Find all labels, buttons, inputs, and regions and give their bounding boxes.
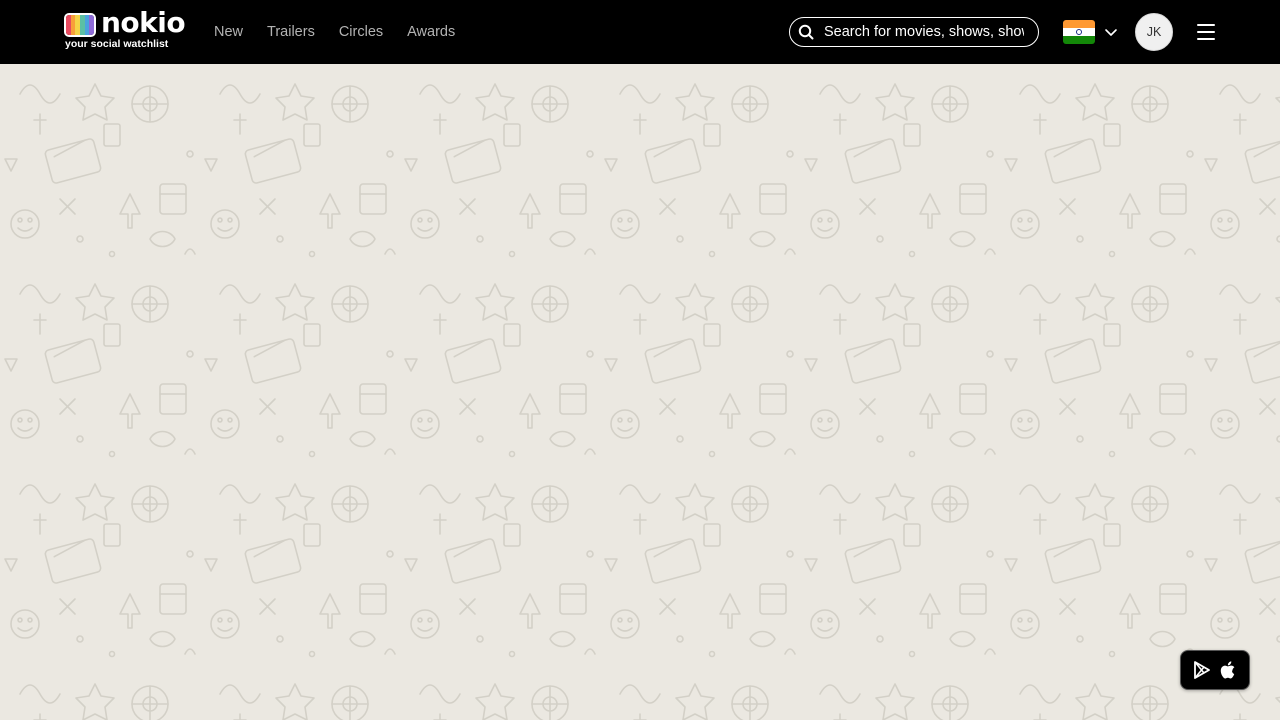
top-navigation-bar: nokio your social watchlist New Trailers… — [0, 0, 1280, 64]
nav-item-new[interactable]: New — [214, 24, 243, 40]
search-icon — [798, 24, 814, 40]
nav-item-awards[interactable]: Awards — [407, 24, 455, 40]
nav-item-circles[interactable]: Circles — [339, 24, 383, 40]
nav-item-trailers[interactable]: Trailers — [267, 24, 315, 40]
google-play-icon — [1194, 661, 1210, 679]
brand-tagline: your social watchlist — [65, 38, 169, 50]
brand-name: nokio — [101, 6, 186, 39]
background-doodle-pattern — [0, 64, 1280, 720]
india-flag-icon — [1063, 20, 1095, 44]
region-selector[interactable] — [1063, 20, 1118, 44]
search-box[interactable] — [789, 17, 1039, 47]
search-input[interactable] — [822, 23, 1026, 41]
tv-logo-icon — [64, 13, 96, 37]
user-avatar[interactable]: JK — [1135, 13, 1173, 51]
hamburger-menu-icon[interactable] — [1197, 23, 1217, 41]
chevron-down-icon — [1105, 29, 1117, 36]
main-nav: New Trailers Circles Awards — [214, 0, 455, 64]
apple-icon — [1220, 661, 1235, 679]
app-download-badge[interactable] — [1180, 650, 1250, 690]
nokio-logo[interactable]: nokio your social watchlist — [64, 6, 186, 52]
